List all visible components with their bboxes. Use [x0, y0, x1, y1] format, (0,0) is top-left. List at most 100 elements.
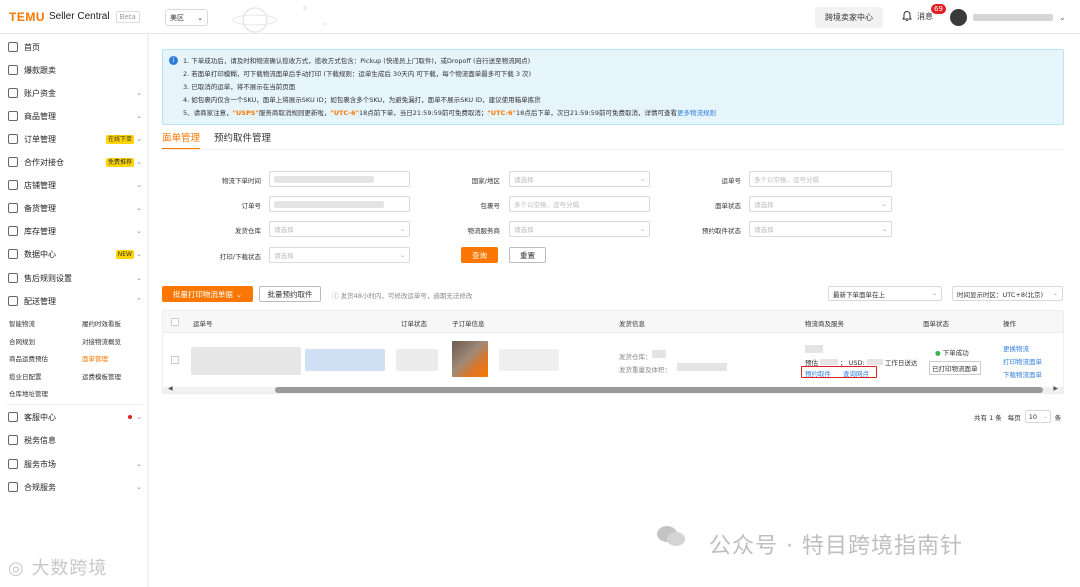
tab-pickup-management[interactable]: 预约取件管理: [214, 130, 271, 150]
print-status-select[interactable]: 请选择 ⌄: [269, 247, 410, 263]
sub-item-smart-logistics[interactable]: 智能物流: [9, 318, 35, 328]
user-menu[interactable]: ⌄: [950, 9, 1066, 26]
print-label-link[interactable]: 打印物流面单: [1003, 356, 1042, 366]
row-checkbox[interactable]: [171, 356, 179, 364]
print-status-label: 打印/下载状态: [219, 253, 261, 261]
book-pickup-link[interactable]: 预约取件: [805, 368, 831, 378]
sidebar-item-tax[interactable]: 税务信息: [0, 430, 148, 450]
sub-item-warehouse-address[interactable]: 仓库地址管理: [9, 388, 48, 398]
sort-value: 最新下单面单在上: [833, 290, 885, 299]
sidebar-item-partner-warehouse[interactable]: 合作对接仓 免费推荐 ⌄: [0, 152, 148, 172]
warehouse-icon: [8, 226, 18, 236]
more-rules-link[interactable]: 更多物流规则: [677, 109, 716, 117]
chevron-down-icon: ⌄: [136, 158, 142, 166]
ship-time-range-input[interactable]: [269, 171, 410, 187]
sidebar-item-store[interactable]: 店铺管理 ⌄: [0, 175, 148, 195]
page-size-select[interactable]: 10 ⌄: [1024, 410, 1051, 423]
messages-button[interactable]: 消息 69: [901, 4, 946, 22]
sidebar-item-delivery[interactable]: 配送管理 ⌃: [0, 291, 148, 311]
sidebar-item-label: 爆款跟卖: [24, 65, 56, 75]
scroll-right-icon[interactable]: ▶: [1053, 385, 1058, 392]
cross-border-center-button[interactable]: 跨境卖家中心: [815, 7, 883, 28]
sidebar-item-service-market[interactable]: 服务市场 ⌄: [0, 454, 148, 474]
search-button[interactable]: 查询: [461, 247, 498, 263]
pagination-total: 共有 1 条: [974, 413, 1002, 422]
sub-item-freight-template[interactable]: 运费模板管理: [82, 371, 121, 381]
notice-line-2: 2. 若面单打印模糊，可下载物流面单后手动打印 (下载规则：运单生成后 30天内…: [183, 70, 532, 78]
sort-select[interactable]: 最新下单面单在上 ⌄: [828, 286, 942, 301]
scroll-left-icon[interactable]: ◀: [168, 385, 173, 392]
col-shipping-info: 发货信息: [619, 320, 645, 328]
sub-item-label-management[interactable]: 面单管理: [82, 353, 108, 363]
sidebar-item-account-funds[interactable]: 账户资金 ⌄: [0, 83, 148, 103]
estimate-suffix: 工作日送达: [884, 359, 918, 367]
timezone-select[interactable]: 时间显示时区：UTC+8(北京) ⌄: [952, 286, 1063, 301]
sub-item-fulfillment-board[interactable]: 履约时效看板: [82, 318, 121, 328]
notice-banner: i 1. 下单成功后，请及时和物流确认揽收方式，揽收方式包含：Pickup (快…: [162, 49, 1064, 125]
sidebar-item-after-sales[interactable]: 售后规则设置 ⌄: [0, 268, 148, 288]
sidebar-item-label: 订单管理: [24, 134, 56, 144]
notice-line-3: 3. 已取消的运单，将不展示在当前页面: [183, 83, 296, 91]
product-thumbnail[interactable]: [452, 341, 488, 377]
warehouse-redacted: [652, 350, 666, 358]
sidebar-item-products[interactable]: 商品管理 ⌄: [0, 106, 148, 126]
sub-item-pickup-day-config[interactable]: 揽业日配置: [9, 371, 42, 381]
sidebar-item-home[interactable]: 首页: [0, 37, 148, 57]
scrollbar-thumb[interactable]: [275, 387, 1043, 393]
change-logistics-link[interactable]: 更换物流: [1003, 343, 1029, 353]
sidebar-item-stocking[interactable]: 备货管理 ⌄: [0, 198, 148, 218]
sidebar-item-inventory[interactable]: 库存管理 ⌄: [0, 221, 148, 241]
watermark-left-icon: ◎: [8, 558, 32, 579]
sidebar-item-label: 店铺管理: [24, 180, 56, 190]
col-order-status: 订单状态: [401, 320, 427, 328]
label-status: ● 下单成功: [935, 347, 969, 357]
batch-pickup-button[interactable]: 批量预约取件: [259, 286, 321, 302]
sidebar-item-customer-service[interactable]: 客服中心 ⌄: [0, 407, 148, 427]
label-status-select[interactable]: 请选择 ⌄: [749, 196, 892, 212]
sidebar-item-orders[interactable]: 订单管理 在线下单 ⌄: [0, 129, 148, 149]
logo[interactable]: TEMU Seller Central Beta: [9, 10, 140, 24]
download-label-link[interactable]: 下载物流面单: [1003, 369, 1042, 379]
ship-weight-label: 发货重量及体积：: [619, 366, 671, 374]
sub-item-network-plan[interactable]: 合网规划: [9, 336, 35, 346]
chevron-down-icon: ⌄: [136, 112, 142, 120]
wallet-icon: [8, 88, 18, 98]
tab-label-management[interactable]: 面单管理: [162, 130, 201, 150]
notice-line-5: 5、请商家注意，"USPS"服务商取消规则更新啦，"UTC-6"18点前下单，当…: [183, 107, 716, 117]
provider-select[interactable]: 请选择 ⌄: [509, 221, 650, 237]
store-icon: [8, 180, 18, 190]
order-link-redacted[interactable]: [305, 349, 385, 371]
pagination: 共有 1 条 每页 10 ⌄ 条: [974, 410, 1061, 423]
region-selector[interactable]: 美区 ⌄: [165, 9, 208, 26]
wechat-icon: [656, 524, 686, 548]
info-icon: i: [169, 56, 178, 65]
sidebar-item-hot-follow[interactable]: 爆款跟卖: [0, 60, 148, 80]
sidebar-item-compliance[interactable]: 合规服务 ⌄: [0, 477, 148, 497]
watermark-left: ◎ 大数跨境: [8, 554, 107, 580]
select-all-checkbox[interactable]: [171, 318, 179, 326]
placeholder: 请选择: [514, 226, 534, 234]
warehouse-select[interactable]: 请选择 ⌄: [269, 221, 410, 237]
sub-item-freight-estimate[interactable]: 商品运费预估: [9, 353, 48, 363]
batch-print-button[interactable]: 批量打印物流单据 ⌄: [162, 286, 253, 302]
package-no-input[interactable]: 多个以空格，逗号分隔: [509, 196, 650, 212]
horizontal-scrollbar[interactable]: ◀ ▶: [163, 385, 1063, 393]
pickup-status-select[interactable]: 请选择 ⌄: [749, 221, 892, 237]
tracking-no-input[interactable]: 多个以空格，逗号分隔: [749, 171, 892, 187]
sidebar-item-label: 售后规则设置: [24, 273, 72, 283]
chevron-down-icon: ⌄: [197, 13, 203, 22]
chart-icon: [8, 249, 18, 259]
sub-item-logistics-overview[interactable]: 对接物流概览: [82, 336, 121, 346]
page-size-value: 10: [1028, 412, 1038, 421]
sidebar-item-label: 服务市场: [24, 459, 56, 469]
tracking-no-label: 运单号: [721, 177, 742, 185]
query-outlet-link[interactable]: 查询网点: [843, 368, 869, 378]
chevron-down-icon: ⌄: [931, 290, 937, 297]
sidebar-item-data-center[interactable]: 数据中心 NEW ⌄: [0, 244, 148, 264]
reset-button[interactable]: 重置: [509, 247, 546, 263]
fire-icon: [8, 65, 18, 75]
country-label: 国家/地区: [471, 177, 500, 185]
logo-product: Seller Central: [49, 11, 110, 22]
order-no-input[interactable]: [269, 196, 410, 212]
country-select[interactable]: 请选择 ⌄: [509, 171, 650, 187]
